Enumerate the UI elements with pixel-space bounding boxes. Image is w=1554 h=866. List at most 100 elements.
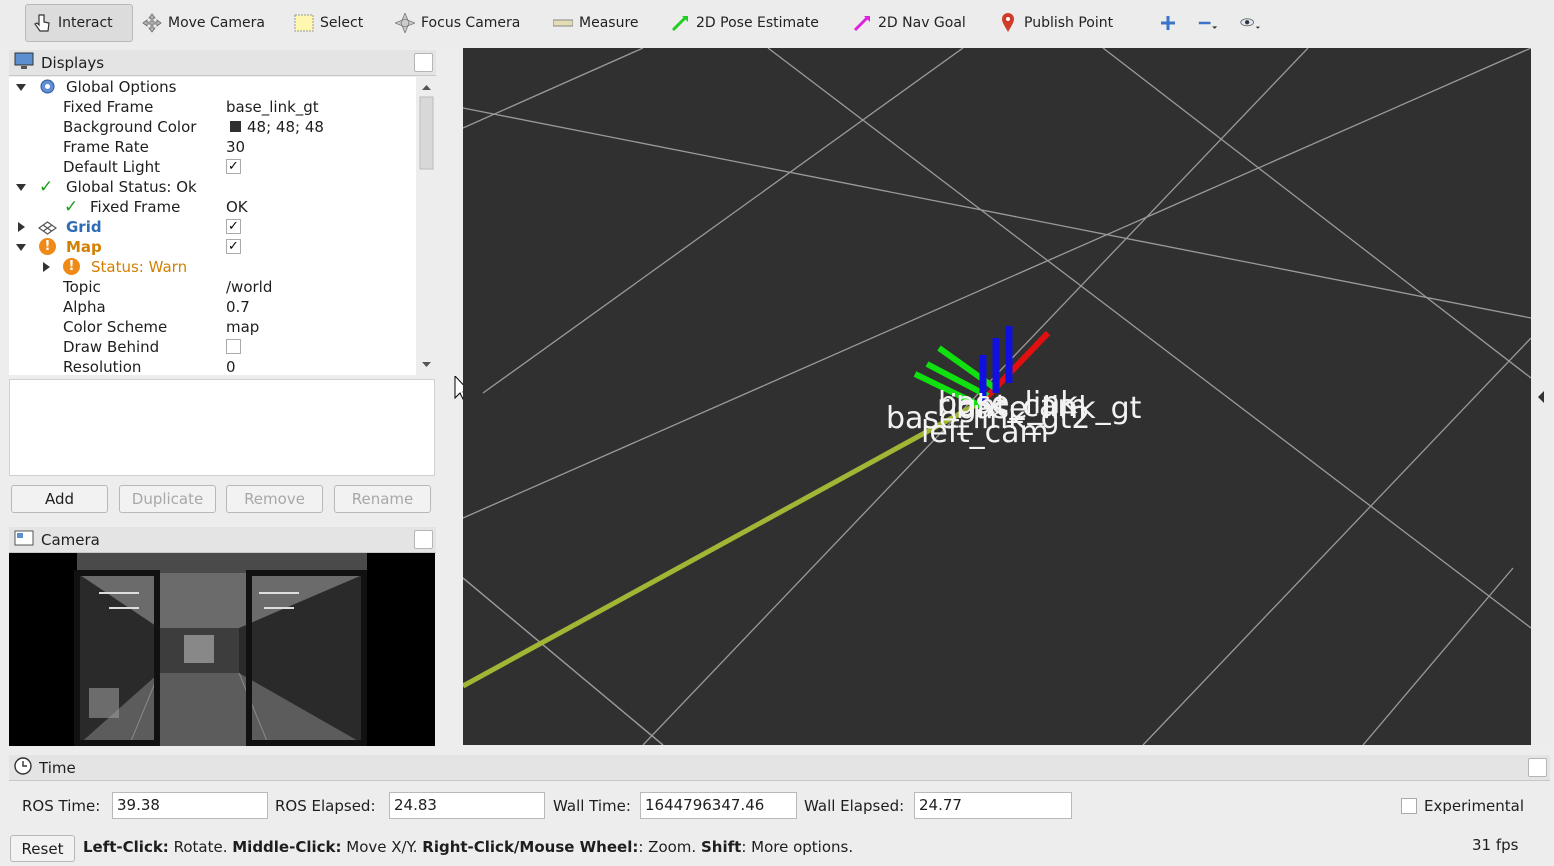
reset-button[interactable]: Reset [10, 835, 75, 862]
displays-undock-button[interactable] [414, 53, 433, 72]
tree-label: Fixed Frame [90, 198, 181, 216]
camera-undock-button[interactable] [414, 530, 433, 549]
green-arrow-icon [670, 13, 690, 33]
monitor-icon [14, 52, 34, 74]
tree-row-topic[interactable]: Topic /world [9, 277, 416, 297]
camera-title: Camera [41, 530, 100, 549]
ros-elapsed-label: ROS Elapsed: [275, 797, 376, 815]
map-pin-icon [998, 13, 1018, 33]
plus-icon [1158, 13, 1178, 33]
remove-tool-button[interactable] [1192, 4, 1224, 42]
background-color-value[interactable]: 48; 48; 48 [247, 117, 324, 137]
displays-panel-header: Displays [9, 50, 436, 76]
tree-row-color-scheme[interactable]: Color Scheme map [9, 317, 416, 337]
tree-row-global-options[interactable]: Global Options [9, 77, 416, 97]
move-camera-tool-button[interactable]: Move Camera [136, 4, 271, 42]
alpha-value[interactable]: 0.7 [226, 297, 250, 317]
warning-icon: ! [63, 258, 80, 275]
tree-row-resolution[interactable]: Resolution 0 [9, 357, 416, 375]
tree-row-default-light[interactable]: Default Light ✓ [9, 157, 416, 177]
draw-behind-checkbox[interactable] [226, 339, 241, 354]
pose-estimate-tool-button[interactable]: 2D Pose Estimate [664, 4, 825, 42]
move-camera-icon [142, 13, 162, 33]
remove-display-button[interactable]: Remove [226, 485, 323, 513]
measure-label: Measure [579, 15, 639, 31]
camera-image-icon [14, 529, 34, 551]
frame-labels: base_link base_link_gt base_link_gt2 rig… [886, 386, 1142, 450]
grid-enabled-checkbox[interactable]: ✓ [226, 219, 241, 234]
tree-label: Alpha [63, 298, 106, 316]
remove-label: Remove [244, 490, 305, 508]
topic-value[interactable]: /world [226, 277, 272, 297]
expand-arrow-icon[interactable] [16, 184, 26, 191]
check-icon: ✓ [64, 197, 79, 217]
tree-row-map[interactable]: ! Map ✓ [9, 237, 416, 257]
hint-left-click-action: Rotate. [168, 838, 228, 856]
hint-middle-click: Middle-Click: [232, 838, 342, 856]
warning-icon: ! [39, 238, 56, 255]
frame-rate-value[interactable]: 30 [226, 137, 245, 157]
resolution-value[interactable]: 0 [226, 357, 236, 375]
magenta-arrow-icon [852, 13, 872, 33]
color-scheme-value[interactable]: map [226, 317, 259, 337]
expand-arrow-icon[interactable] [16, 84, 26, 91]
map-enabled-checkbox[interactable]: ✓ [226, 239, 241, 254]
color-swatch[interactable] [230, 121, 241, 132]
hint-right-click-action: : Zoom. [638, 838, 697, 856]
fixed-frame-value[interactable]: base_link_gt [226, 97, 319, 117]
add-tool-button[interactable] [1152, 4, 1184, 42]
move-camera-label: Move Camera [168, 15, 265, 31]
hand-pointer-icon [32, 13, 52, 33]
tree-row-status-fixed-frame[interactable]: ✓ Fixed Frame OK [9, 197, 416, 217]
rename-display-button[interactable]: Rename [334, 485, 431, 513]
default-light-checkbox[interactable]: ✓ [226, 159, 241, 174]
displays-scrollbar[interactable] [418, 77, 435, 375]
focus-camera-tool-button[interactable]: Focus Camera [389, 4, 526, 42]
wall-elapsed-field[interactable]: 24.77 [914, 792, 1072, 819]
tree-row-grid[interactable]: Grid ✓ [9, 217, 416, 237]
wall-time-label: Wall Time: [553, 797, 631, 815]
nav-goal-tool-button[interactable]: 2D Nav Goal [846, 4, 972, 42]
time-panel-header: Time [9, 755, 1550, 781]
tree-row-fixed-frame[interactable]: Fixed Frame base_link_gt [9, 97, 416, 117]
measure-tool-button[interactable]: Measure [547, 4, 645, 42]
nav-goal-label: 2D Nav Goal [878, 15, 966, 31]
select-tool-button[interactable]: Select [288, 4, 369, 42]
tree-row-draw-behind[interactable]: Draw Behind [9, 337, 416, 357]
wall-elapsed-label: Wall Elapsed: [804, 797, 905, 815]
tree-row-map-status[interactable]: ! Status: Warn [9, 257, 416, 277]
frame-label-left-cam: left_cam [921, 415, 1049, 450]
mouse-hint-text: Left-Click: Rotate. Middle-Click: Move X… [83, 838, 853, 856]
collapse-arrow-icon[interactable] [18, 222, 25, 232]
ros-elapsed-field[interactable]: 24.83 [389, 792, 545, 819]
tree-label: Draw Behind [63, 338, 160, 356]
views-panel-collapsed[interactable] [1531, 48, 1551, 745]
minus-icon [1198, 13, 1218, 33]
tree-row-frame-rate[interactable]: Frame Rate 30 [9, 137, 416, 157]
displays-tree: Global Options Fixed Frame base_link_gt … [9, 77, 416, 375]
tree-label: Frame Rate [63, 138, 149, 156]
tree-label: Topic [63, 278, 101, 296]
add-display-button[interactable]: Add [11, 485, 108, 513]
tree-row-global-status[interactable]: ✓ Global Status: Ok [9, 177, 416, 197]
tree-label: Global Status: Ok [66, 178, 197, 196]
publish-point-label: Publish Point [1024, 15, 1114, 31]
time-undock-button[interactable] [1528, 758, 1547, 777]
hint-shift: Shift [700, 838, 742, 856]
duplicate-display-button[interactable]: Duplicate [119, 485, 216, 513]
tree-row-alpha[interactable]: Alpha 0.7 [9, 297, 416, 317]
render-3d-view[interactable]: base_link base_link_gt base_link_gt2 rig… [463, 48, 1531, 745]
focus-target-icon [395, 13, 415, 33]
wall-time-field[interactable]: 1644796347.46 [640, 792, 797, 819]
ros-time-field[interactable]: 39.38 [112, 792, 268, 819]
expand-arrow-icon[interactable] [16, 244, 26, 251]
main-toolbar: Interact Move Camera Select Focus Camera… [0, 0, 1554, 47]
experimental-checkbox[interactable] [1401, 798, 1417, 814]
tree-row-background-color[interactable]: Background Color 48; 48; 48 [9, 117, 416, 137]
collapse-arrow-icon[interactable] [43, 262, 50, 272]
interact-tool-button[interactable]: Interact [25, 4, 133, 42]
publish-point-tool-button[interactable]: Publish Point [992, 4, 1119, 42]
view-options-button[interactable] [1234, 4, 1266, 42]
ros-time-label: ROS Time: [22, 797, 101, 815]
time-title: Time [39, 758, 76, 777]
